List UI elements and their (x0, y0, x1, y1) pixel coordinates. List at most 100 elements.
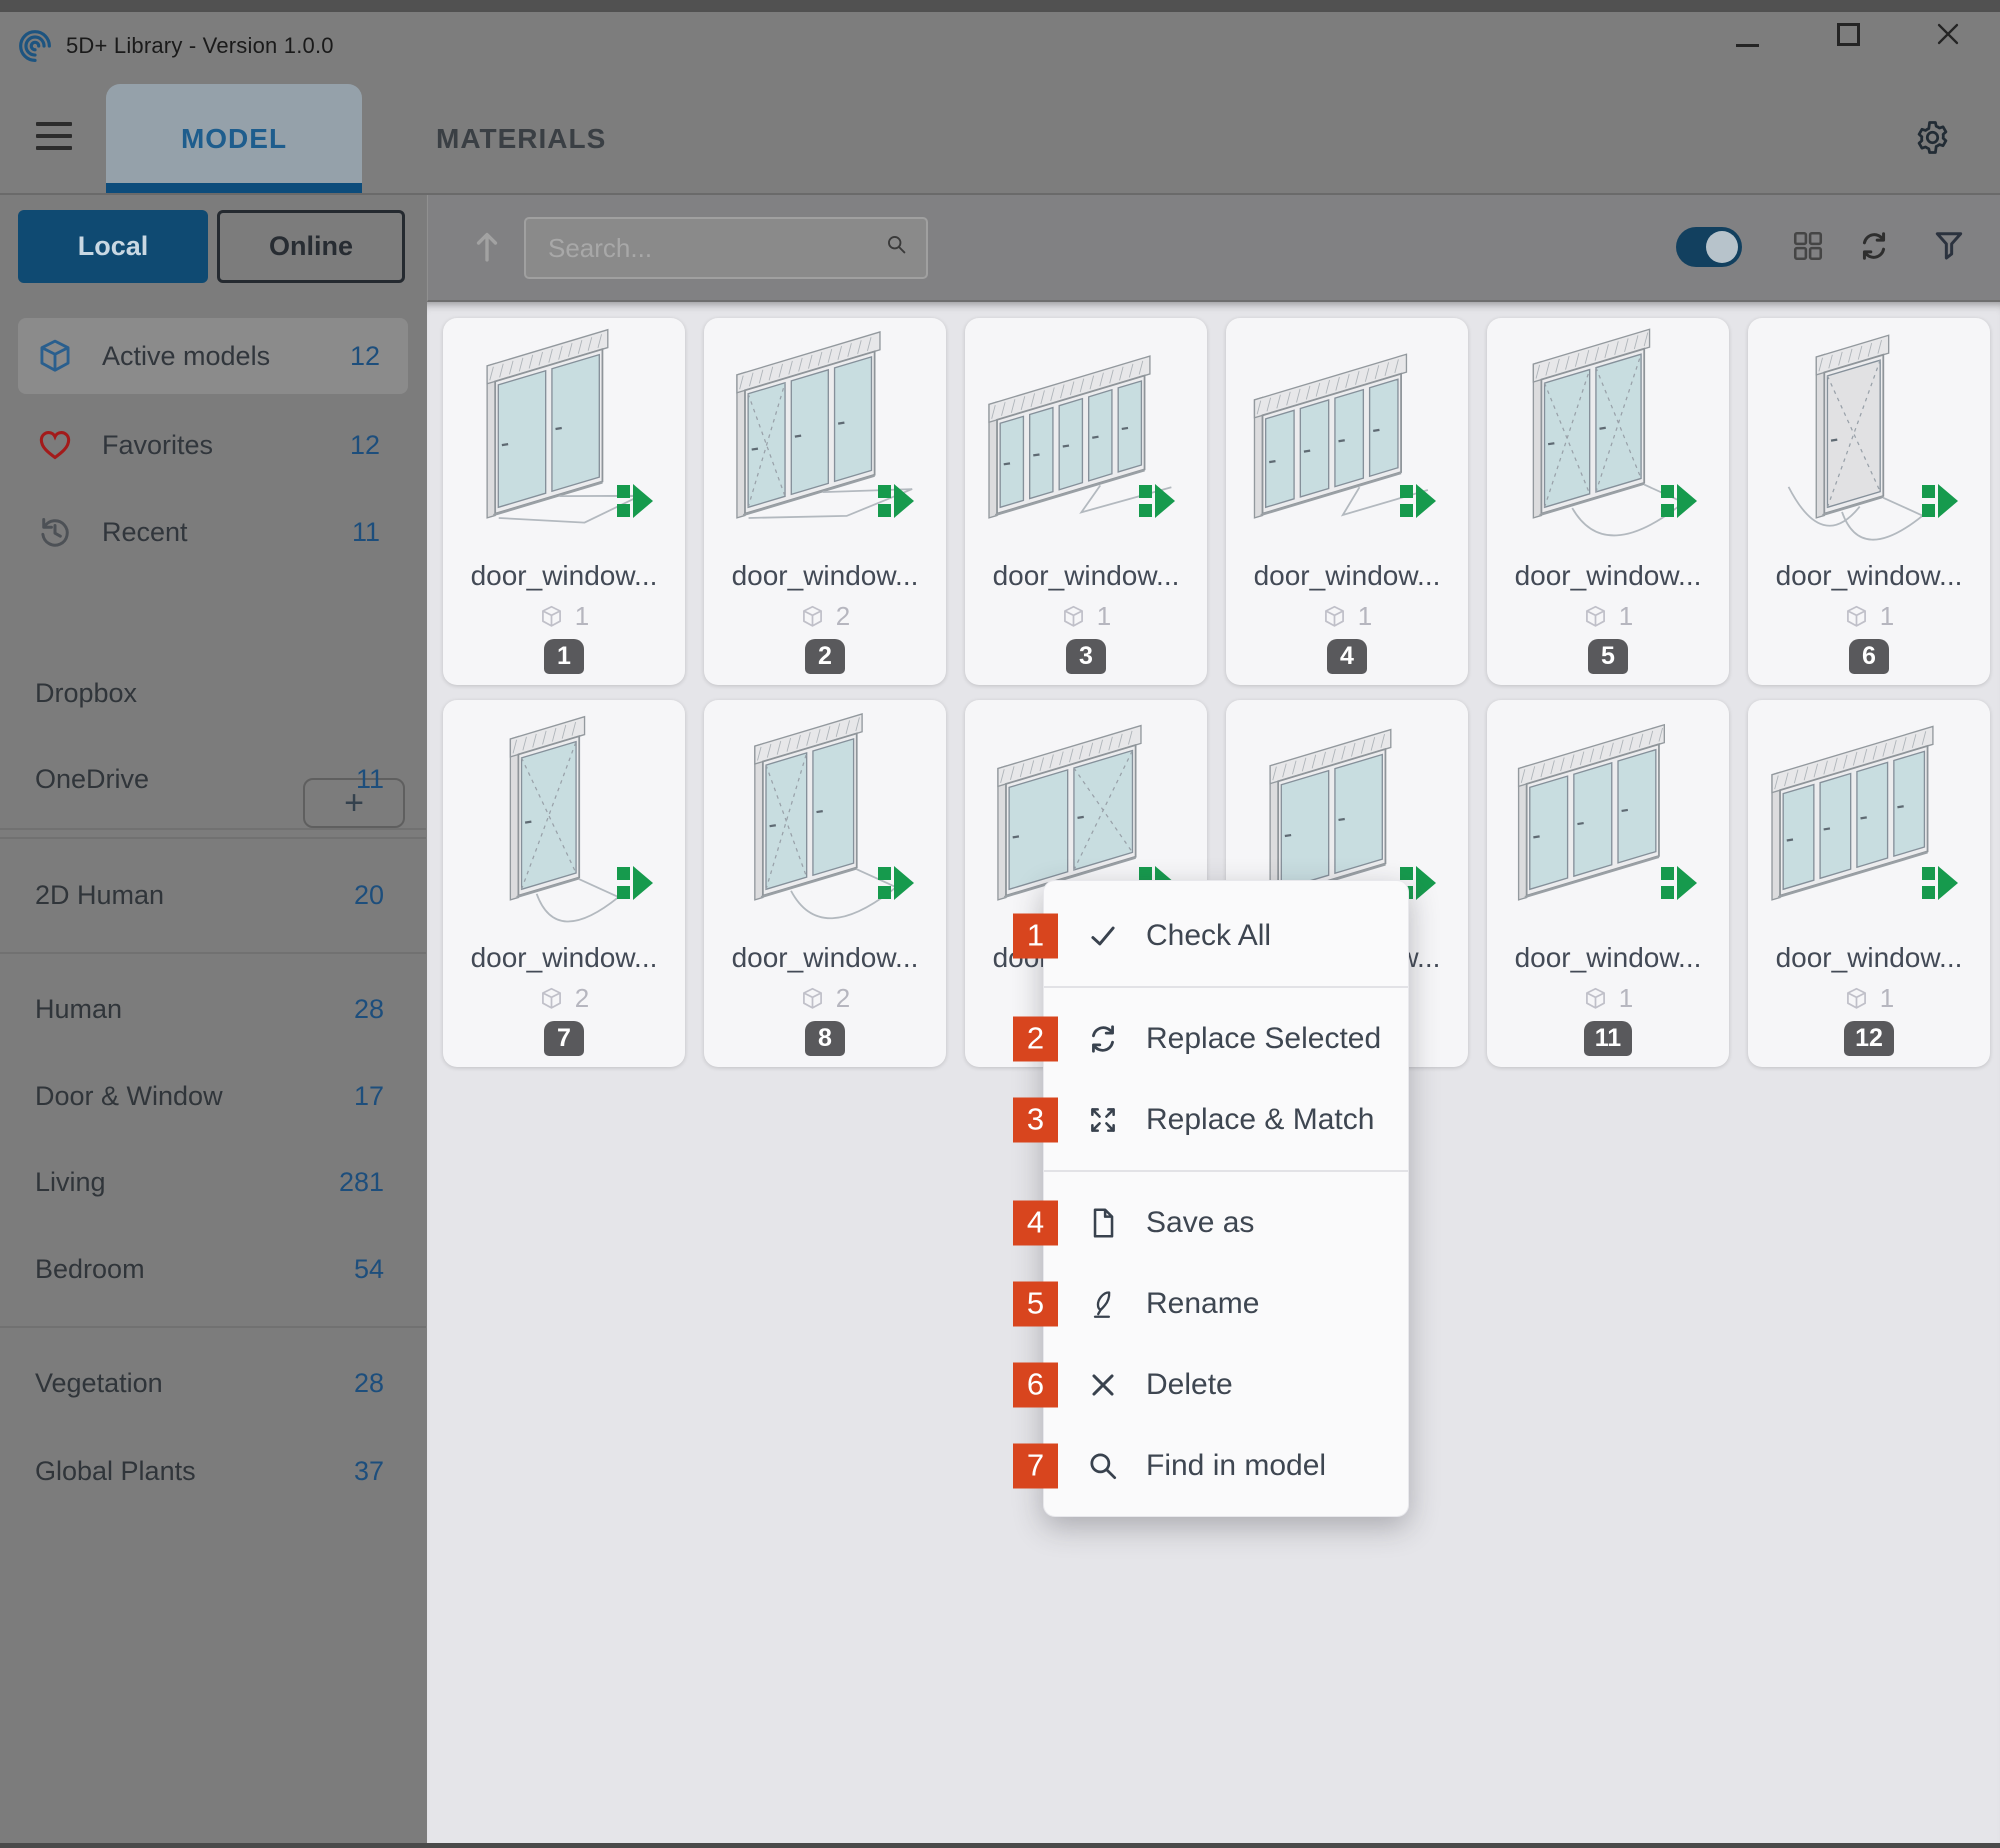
check-icon (1086, 919, 1120, 953)
model-card[interactable]: door_window...11 (443, 318, 685, 685)
model-instance-count: 1 (1322, 601, 1372, 632)
insert-arrow-icon (1922, 484, 1958, 518)
sidebar-item-global-plants[interactable]: Global Plants37 (0, 1441, 426, 1501)
model-instance-count: 1 (1061, 601, 1111, 632)
online-button[interactable]: Online (217, 210, 405, 283)
tab-materials[interactable]: MATERIALS (436, 84, 606, 193)
model-card[interactable]: door_window...27 (443, 700, 685, 1067)
model-card[interactable]: door_window...22 (704, 318, 946, 685)
divider (0, 952, 426, 954)
app-window: 5D+ Library - Version 1.0.0 MODEL MATERI… (0, 0, 2000, 1848)
model-thumbnail (704, 700, 946, 934)
context-menu-item-replace-selected[interactable]: 2Replace Selected (1044, 998, 1408, 1079)
sidebar-item-human[interactable]: Human28 (0, 979, 426, 1039)
model-card[interactable]: door_window...28 (704, 700, 946, 1067)
filter-icon[interactable] (1932, 229, 1966, 263)
som-badge: 5 (1013, 1281, 1058, 1326)
cube-icon (1583, 604, 1608, 629)
sidebar: Local Online Active models12 Favorites 12 R… (0, 195, 426, 1848)
menu-item-label: Check All (1146, 919, 1271, 953)
sidebar-item-count: 28 (354, 994, 384, 1025)
sidebar-item-recent[interactable]: Recent 11 (18, 494, 408, 570)
model-thumbnail (1748, 700, 1990, 934)
model-card[interactable]: door_window...111 (1487, 700, 1729, 1067)
menu-item-label: Save as (1146, 1206, 1254, 1240)
model-name: door_window... (1515, 560, 1702, 592)
find-icon (1086, 1449, 1120, 1483)
context-menu-item-rename[interactable]: 5Rename (1044, 1263, 1408, 1344)
model-instance-count: 1 (1844, 601, 1894, 632)
context-menu-item-find-in-model[interactable]: 7Find in model (1044, 1425, 1408, 1506)
som-badge: 2 (805, 639, 845, 674)
search-box[interactable] (524, 217, 928, 279)
close-button[interactable] (1935, 21, 1961, 47)
context-menu-item-check-all[interactable]: 1Check All (1044, 895, 1408, 976)
som-badge: 11 (1584, 1021, 1632, 1056)
menu-icon[interactable] (36, 122, 72, 150)
sidebar-item-door-window[interactable]: Door & Window17 (0, 1066, 426, 1126)
sidebar-item-onedrive[interactable]: OneDrive11 (0, 749, 426, 809)
cube-icon (800, 986, 825, 1011)
view-toggle[interactable] (1676, 227, 1742, 267)
model-card[interactable]: door_window...16 (1748, 318, 1990, 685)
som-badge: 3 (1066, 639, 1106, 674)
menu-divider (1044, 1170, 1408, 1172)
model-instance-count: 1 (1583, 983, 1633, 1014)
insert-arrow-icon (617, 866, 653, 900)
sidebar-item-count: 11 (352, 517, 380, 548)
cube-icon (36, 337, 74, 375)
sidebar-item-label: Living (35, 1167, 106, 1198)
window-title: 5D+ Library - Version 1.0.0 (66, 33, 334, 59)
sidebar-item-label: Door & Window (35, 1081, 223, 1112)
grid-view-icon[interactable] (1791, 229, 1825, 263)
context-menu-item-delete[interactable]: 6Delete (1044, 1344, 1408, 1425)
menu-item-label: Rename (1146, 1287, 1259, 1321)
delete-icon (1086, 1368, 1120, 1402)
sidebar-item-count: 281 (339, 1167, 384, 1198)
replace-match-icon (1086, 1103, 1120, 1137)
settings-gear-icon[interactable] (1914, 119, 1951, 156)
divider (0, 837, 426, 839)
sidebar-item-dropbox[interactable]: Dropbox (0, 663, 426, 723)
model-thumbnail (1748, 318, 1990, 552)
context-menu-item-replace-match[interactable]: 3Replace & Match (1044, 1079, 1408, 1160)
save-as-icon (1086, 1206, 1120, 1240)
sidebar-item-living[interactable]: Living 281 (0, 1152, 426, 1212)
model-card[interactable]: door_window...13 (965, 318, 1207, 685)
sidebar-item-favorites[interactable]: Favorites 12 (18, 407, 408, 483)
som-badge: 6 (1849, 639, 1889, 674)
sidebar-item-count: 54 (354, 1254, 384, 1285)
minimize-button[interactable] (1736, 44, 1759, 47)
menu-item-label: Find in model (1146, 1449, 1326, 1483)
maximize-button[interactable] (1837, 23, 1860, 46)
context-menu-item-save-as[interactable]: 4Save as (1044, 1182, 1408, 1263)
divider (0, 1326, 426, 1328)
sidebar-item-active-models[interactable]: Active models12 (18, 318, 408, 394)
sidebar-item-label: Recent (102, 517, 188, 548)
menu-item-label: Replace Selected (1146, 1022, 1381, 1056)
search-input[interactable] (546, 232, 885, 265)
sidebar-item-bedroom[interactable]: Bedroom54 (0, 1239, 426, 1299)
model-name: door_window... (471, 560, 658, 592)
refresh-icon[interactable] (1857, 229, 1891, 263)
cube-icon (1061, 604, 1086, 629)
sidebar-item-label: Favorites (102, 430, 213, 461)
cube-icon (1844, 986, 1869, 1011)
sidebar-item-2d-human[interactable]: 2D Human20 (0, 865, 426, 925)
sidebar-item-label: OneDrive (35, 764, 149, 795)
up-arrow-icon[interactable] (469, 225, 505, 265)
sidebar-item-count: 37 (354, 1456, 384, 1487)
insert-arrow-icon (878, 484, 914, 518)
model-card[interactable]: door_window...14 (1226, 318, 1468, 685)
local-button[interactable]: Local (18, 210, 208, 283)
model-card[interactable]: door_window...15 (1487, 318, 1729, 685)
model-name: door_window... (732, 942, 919, 974)
sidebar-item-count: 12 (350, 341, 380, 372)
tab-model[interactable]: MODEL (106, 84, 362, 193)
cube-icon (1322, 604, 1347, 629)
model-card[interactable]: door_window...112 (1748, 700, 1990, 1067)
sidebar-item-vegetation[interactable]: Vegetation28 (0, 1353, 426, 1413)
insert-arrow-icon (1661, 866, 1697, 900)
toggle-knob (1706, 231, 1738, 263)
sidebar-item-count: 12 (350, 430, 380, 461)
